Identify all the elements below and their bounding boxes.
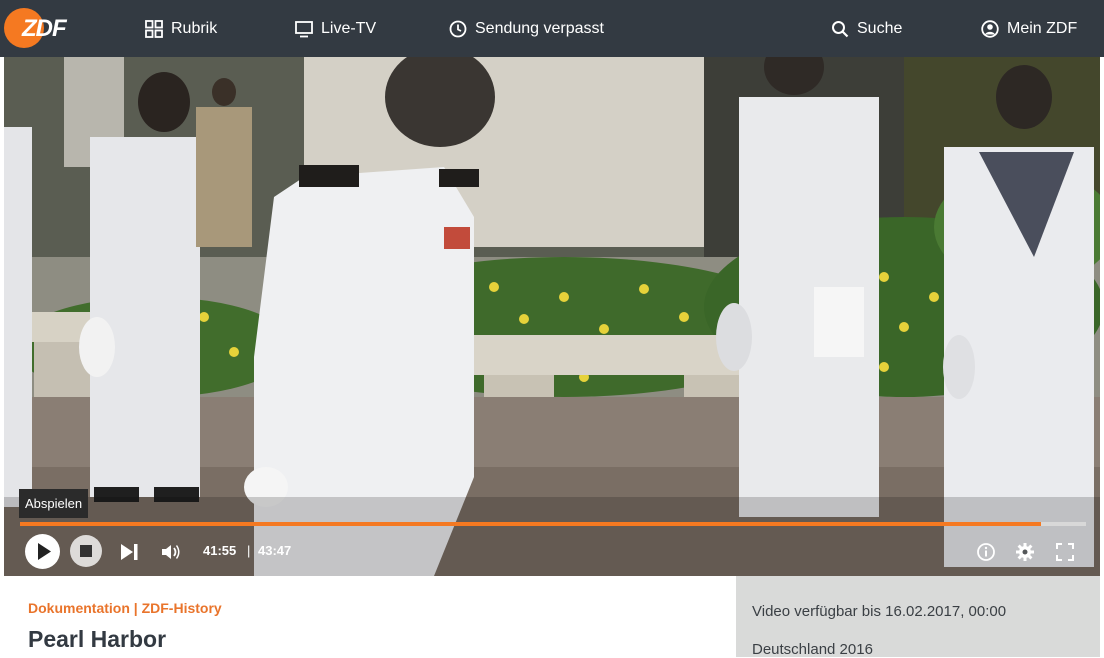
video-player[interactable]: Abspielen 41:55 | 43:47 — [4, 57, 1100, 576]
stop-icon — [80, 545, 92, 557]
fullscreen-icon — [1056, 543, 1074, 561]
gear-icon — [1016, 543, 1034, 561]
play-icon — [38, 543, 51, 560]
nav-rubrik-label: Rubrik — [171, 19, 218, 37]
grid-icon — [145, 19, 163, 38]
play-tooltip: Abspielen — [19, 489, 89, 518]
tv-icon — [295, 20, 313, 37]
info-icon — [977, 543, 995, 561]
top-navigation-bar: ZDF Rubrik Live-TV Sendung verpasst Such… — [0, 0, 1104, 57]
nav-sendung-verpasst[interactable]: Sendung verpasst — [449, 0, 604, 57]
search-icon — [832, 20, 849, 37]
video-meta-panel: Video verfügbar bis 16.02.2017, 00:00 De… — [736, 576, 1100, 658]
country-year-text: Deutschland 2016 — [752, 641, 873, 658]
availability-text: Video verfügbar bis 16.02.2017, 00:00 — [752, 603, 1007, 620]
nav-live-tv[interactable]: Live-TV — [295, 0, 376, 57]
nav-live-tv-label: Live-TV — [321, 19, 377, 37]
category-label[interactable]: Dokumentation | ZDF-History — [28, 600, 222, 616]
skip-next-icon — [121, 544, 138, 560]
play-button[interactable] — [25, 534, 60, 569]
stop-button[interactable] — [70, 535, 102, 567]
nav-suche[interactable]: Suche — [831, 0, 902, 57]
nav-sendung-verpasst-label: Sendung verpasst — [475, 19, 604, 37]
volume-button[interactable] — [161, 542, 183, 562]
zdf-logo[interactable]: ZDF — [4, 6, 74, 50]
clock-icon — [449, 20, 467, 37]
logo-text: ZDF — [22, 15, 67, 42]
nav-mein-zdf[interactable]: Mein ZDF — [981, 0, 1077, 57]
video-info-panel: Dokumentation | ZDF-History Pearl Harbor — [4, 576, 736, 657]
progress-bar-fill — [20, 522, 1042, 526]
user-icon — [981, 19, 999, 38]
progress-bar[interactable] — [20, 522, 1086, 526]
page-edge — [1100, 57, 1104, 657]
skip-next-button[interactable] — [119, 542, 141, 562]
volume-icon — [162, 545, 180, 559]
video-frame-image — [4, 57, 1100, 576]
nav-rubrik[interactable]: Rubrik — [145, 0, 217, 57]
settings-button[interactable] — [1015, 542, 1035, 562]
nav-suche-label: Suche — [857, 19, 903, 37]
nav-mein-zdf-label: Mein ZDF — [1007, 19, 1078, 37]
duration-time: 43:47 — [258, 543, 292, 558]
time-separator: | — [247, 543, 251, 558]
fullscreen-button[interactable] — [1055, 542, 1075, 562]
video-title: Pearl Harbor — [28, 626, 167, 652]
info-button[interactable] — [976, 542, 996, 562]
current-time: 41:55 — [203, 543, 237, 558]
